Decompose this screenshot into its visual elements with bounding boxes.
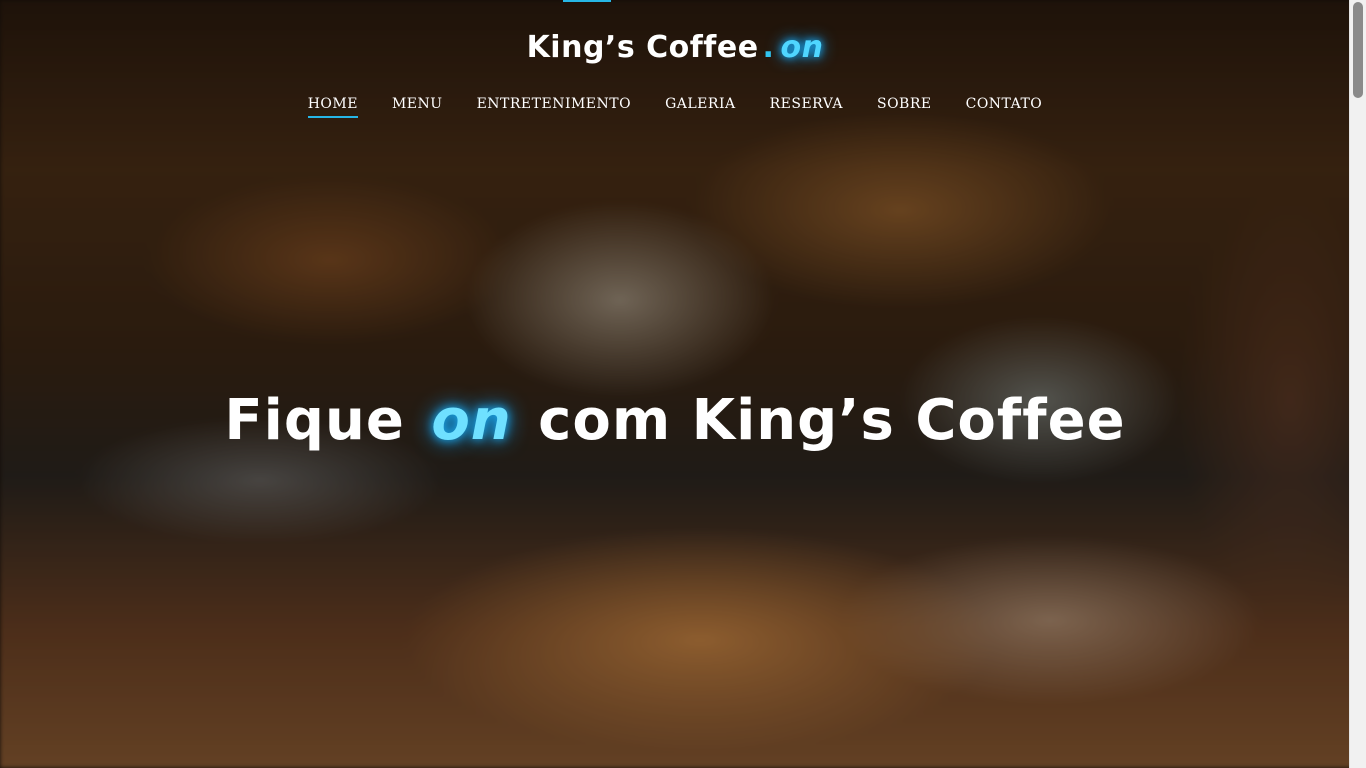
site-logo[interactable]: King’s Coffee. on [0, 30, 1350, 65]
brand-dot: . [762, 30, 775, 65]
brand-name: King’s Coffee [526, 30, 759, 65]
nav-item-contato[interactable]: CONTATO [966, 96, 1043, 118]
hero-headline-prefix: Fique [224, 387, 405, 453]
nav-item-sobre[interactable]: SOBRE [877, 96, 932, 118]
page-scrollbar[interactable] [1349, 0, 1366, 768]
nav-item-galeria[interactable]: GALERIA [665, 96, 736, 118]
nav-item-home[interactable]: HOME [307, 96, 359, 118]
nav-item-reserva[interactable]: RESERVA [770, 96, 843, 118]
brand-suffix: on [780, 30, 824, 65]
nav-item-menu[interactable]: MENU [392, 96, 443, 118]
hero-headline-suffix: com King’s Coffee [538, 387, 1126, 453]
hero-headline-highlight: on [431, 387, 512, 453]
nav-item-entretenimento[interactable]: ENTRETENIMENTO [477, 96, 632, 118]
scrollbar-thumb[interactable] [1353, 2, 1363, 98]
hero-headline: Fique on com King’s Coffee [0, 388, 1350, 453]
top-accent-bar [563, 0, 611, 2]
page: King’s Coffee. on HOME MENU ENTRETENIMENT… [0, 0, 1366, 768]
main-navigation: HOME MENU ENTRETENIMENTO GALERIA RESERVA… [0, 96, 1350, 118]
